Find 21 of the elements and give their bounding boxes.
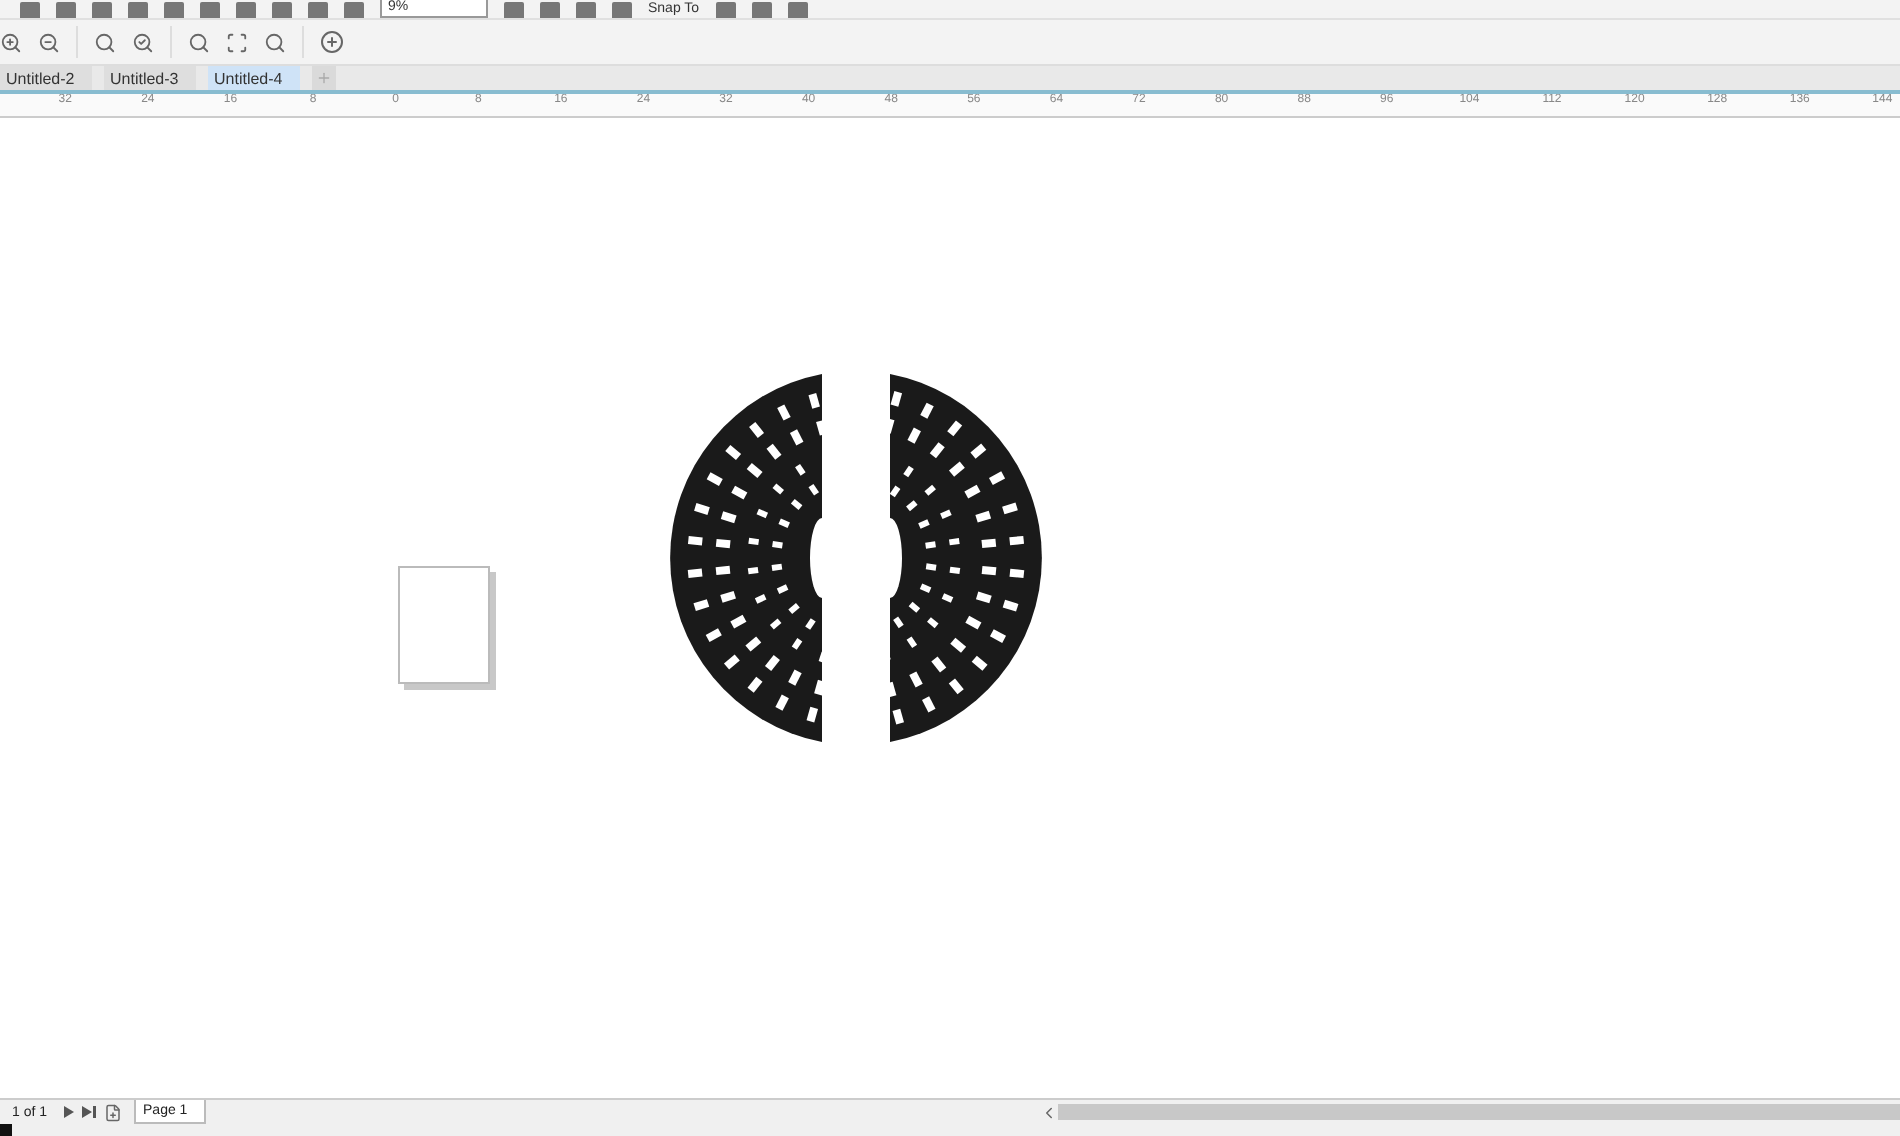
next-page-icon[interactable] — [63, 1106, 74, 1118]
add-icon[interactable] — [320, 30, 344, 54]
zoom-icon[interactable] — [188, 31, 210, 53]
document-tab[interactable]: Untitled-2 — [0, 66, 92, 90]
zoom-icon[interactable] — [94, 31, 116, 53]
page-thumbnail — [398, 566, 490, 684]
scrollbar-thumb[interactable] — [1058, 1104, 1900, 1120]
zoom-to-fit-icon[interactable] — [226, 31, 248, 53]
toolbar-icon[interactable] — [751, 2, 772, 18]
zoom-in-icon[interactable] — [0, 31, 22, 53]
zoom-out-icon[interactable] — [38, 31, 60, 53]
color-swatch[interactable] — [0, 1124, 12, 1136]
scroll-left-icon[interactable] — [1040, 1103, 1058, 1121]
add-page-icon[interactable] — [103, 1103, 122, 1121]
toolbar-icon[interactable] — [787, 2, 808, 18]
toolbar-icon[interactable] — [715, 2, 736, 18]
last-page-icon[interactable] — [81, 1106, 96, 1118]
document-tab[interactable]: Untitled-4 — [208, 66, 300, 90]
zoom-icon[interactable] — [132, 31, 154, 53]
document-tab[interactable]: Untitled-3 — [104, 66, 196, 90]
zoom-icon[interactable] — [264, 31, 286, 53]
